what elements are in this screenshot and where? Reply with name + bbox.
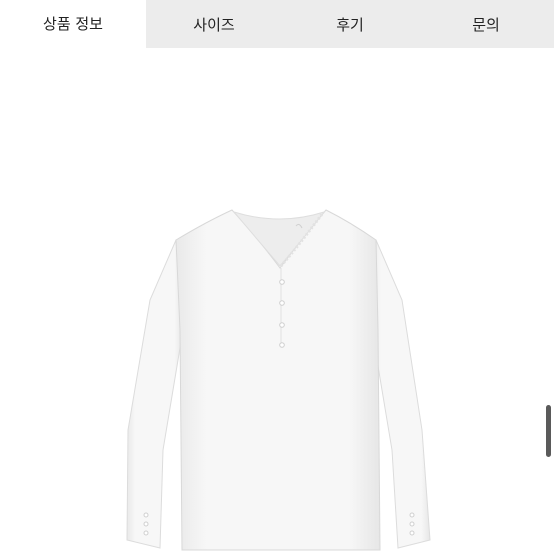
right-sleeve [371, 239, 431, 549]
tab-inquiry[interactable]: 문의 [418, 0, 554, 48]
left-cuff-buttons [143, 512, 149, 536]
right-cuff-buttons [409, 512, 415, 536]
tab-reviews[interactable]: 후기 [282, 0, 418, 48]
tab-product-info[interactable]: 상품 정보 [0, 0, 146, 48]
scrollbar-thumb[interactable] [546, 405, 551, 457]
henley-top-image [126, 209, 431, 551]
left-sleeve [126, 239, 184, 549]
product-tab-bar: 상품 정보 사이즈 후기 문의 [0, 0, 554, 48]
product-image-area [0, 48, 554, 554]
product-detail-page: 상품 정보 사이즈 후기 문의 [0, 0, 554, 554]
tab-size[interactable]: 사이즈 [146, 0, 282, 48]
tab-group-inactive: 사이즈 후기 문의 [146, 0, 554, 48]
